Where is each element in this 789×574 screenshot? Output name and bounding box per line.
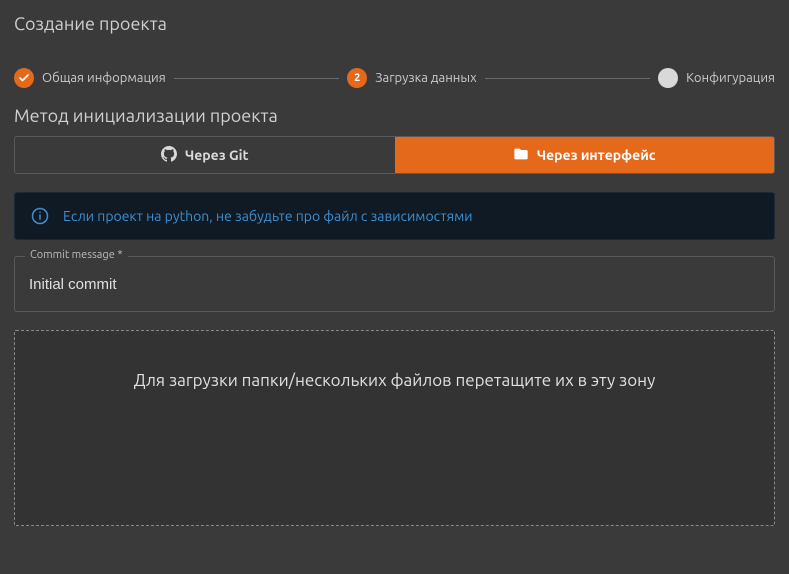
step-connector (485, 78, 651, 79)
step-configuration[interactable]: Конфигурация (658, 68, 775, 88)
step-number-icon: 2 (347, 68, 367, 88)
dropzone-text: Для загрузки папки/нескольких файлов пер… (134, 371, 656, 390)
commit-message-label: Commit message * (25, 249, 128, 261)
commit-message-input[interactable] (29, 276, 760, 293)
check-icon (14, 68, 34, 88)
step-connector (174, 78, 340, 79)
toggle-label: Через интерфейс (537, 147, 656, 163)
page-title: Создание проекта (14, 14, 775, 34)
step-pending-icon (658, 68, 678, 88)
step-general-info[interactable]: Общая информация (14, 68, 166, 88)
stepper: Общая информация 2 Загрузка данных Конфи… (14, 68, 775, 88)
step-label: Общая информация (42, 71, 166, 85)
init-via-git-button[interactable]: Через Git (15, 137, 395, 173)
file-dropzone[interactable]: Для загрузки папки/нескольких файлов пер… (14, 330, 775, 526)
folder-icon (513, 146, 529, 165)
toggle-label: Через Git (185, 147, 249, 163)
init-method-title: Метод инициализации проекта (14, 106, 775, 126)
step-label: Конфигурация (686, 71, 775, 85)
info-icon (31, 207, 49, 225)
step-label: Загрузка данных (375, 71, 476, 85)
commit-message-field-wrapper: Commit message * (14, 256, 775, 312)
step-data-load[interactable]: 2 Загрузка данных (347, 68, 476, 88)
alert-text: Если проект на python, не забудьте про ф… (63, 208, 473, 224)
python-deps-alert: Если проект на python, не забудьте про ф… (14, 192, 775, 240)
init-via-ui-button[interactable]: Через интерфейс (395, 137, 775, 173)
github-icon (161, 146, 177, 165)
init-method-toggle: Через Git Через интерфейс (14, 136, 775, 174)
